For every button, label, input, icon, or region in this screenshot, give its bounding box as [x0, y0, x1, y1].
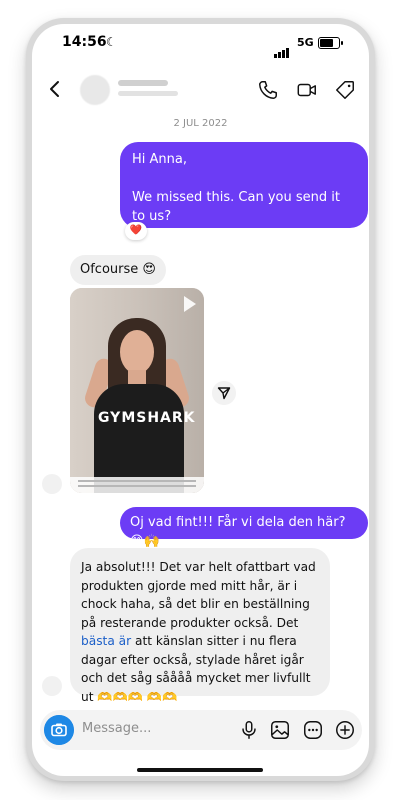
chat-screen: 14:56 ☾ 5G 2 JUL 2022 Hi Anna, We missed… — [32, 24, 369, 776]
message-link[interactable]: bästa är — [81, 634, 131, 648]
chevron-left-icon[interactable] — [46, 79, 66, 99]
contact-name-blurred[interactable] — [118, 80, 168, 86]
home-indicator — [137, 768, 263, 772]
video-camera-icon[interactable] — [296, 79, 318, 101]
video-caption-strip — [70, 477, 204, 493]
outgoing-message-bubble[interactable]: Oj vad fint!!! Får vi dela den här? 😊🙌 — [120, 507, 368, 549]
message-line-blank — [132, 169, 356, 188]
network-label: 5G — [297, 36, 314, 49]
message-text: Ja absolut!!! Det var helt ofattbart vad… — [81, 560, 316, 630]
contact-username-blurred — [118, 91, 178, 96]
message-input[interactable]: Message... — [82, 721, 151, 736]
battery-icon — [318, 37, 343, 49]
message-line: 😊 — [132, 226, 356, 245]
send-icon[interactable] — [212, 381, 236, 405]
message-line: We missed this. Can you send it to us? — [132, 190, 340, 224]
plus-icon[interactable] — [334, 719, 356, 741]
status-bar: 14:56 ☾ 5G — [32, 24, 369, 62]
moon-icon: ☾ — [106, 35, 117, 49]
chat-header — [32, 69, 369, 113]
date-separator: 2 JUL 2022 — [173, 118, 228, 129]
phone-icon[interactable] — [257, 79, 279, 101]
incoming-message-bubble[interactable]: Ofcourse 😍 — [70, 255, 166, 285]
signal-icon — [274, 39, 290, 58]
video-message-thumbnail[interactable]: GYMSHARK — [70, 288, 204, 493]
microphone-icon[interactable] — [238, 719, 260, 741]
message-line: Hi Anna, — [132, 152, 187, 167]
video-figure-face — [120, 330, 154, 374]
sender-avatar-placeholder — [42, 676, 62, 696]
tag-icon[interactable] — [334, 79, 356, 101]
avatar[interactable] — [80, 75, 110, 105]
image-icon[interactable] — [269, 719, 291, 741]
shirt-logo-text: GYMSHARK — [98, 410, 196, 426]
sticker-icon[interactable] — [302, 719, 324, 741]
reaction-badge[interactable]: ❤️ — [125, 222, 147, 240]
outgoing-message-bubble[interactable]: Hi Anna, We missed this. Can you send it… — [120, 142, 368, 243]
message-composer: Message... — [40, 710, 362, 750]
play-icon — [184, 296, 196, 312]
sender-avatar-placeholder — [42, 474, 62, 494]
status-time: 14:56 — [62, 34, 107, 50]
camera-icon[interactable] — [44, 715, 74, 745]
incoming-message-bubble[interactable]: Ja absolut!!! Det var helt ofattbart vad… — [70, 548, 330, 704]
